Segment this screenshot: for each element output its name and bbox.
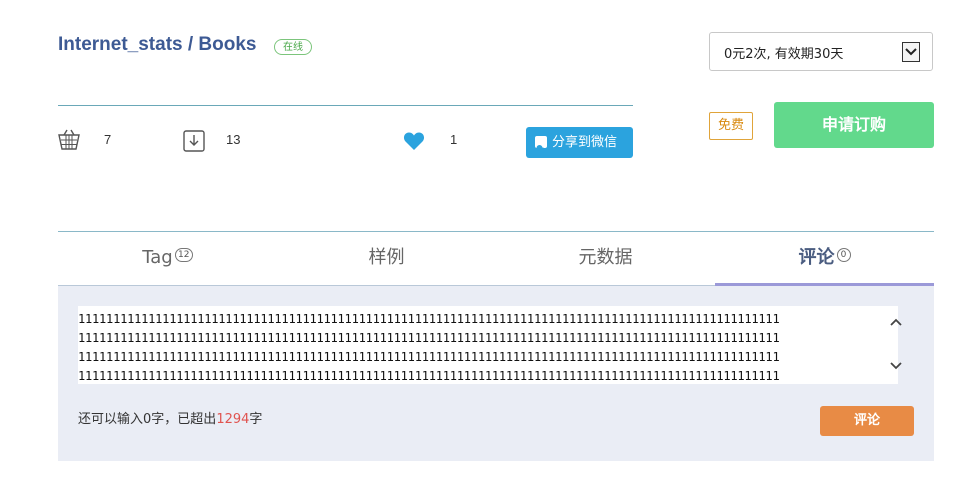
free-badge: 免费 [709, 112, 753, 140]
heart-icon[interactable] [403, 131, 425, 155]
scroll-up-icon[interactable] [886, 312, 906, 332]
tab-metadata[interactable]: 元数据 [496, 232, 715, 286]
like-count: 1 [450, 132, 458, 147]
plan-select-value: 0元2次, 有效期30天 [724, 47, 844, 62]
remain-mid: 字，已超出 [151, 412, 217, 427]
tab-comments-count: 0 [836, 248, 851, 262]
tab-samples[interactable]: 样例 [277, 232, 496, 286]
tab-comments-label: 评论 [798, 247, 835, 268]
tab-tag-label: Tag [142, 247, 173, 268]
wechat-icon [535, 136, 547, 153]
submit-comment-button[interactable]: 评论 [820, 406, 914, 436]
remain-suffix: 字 [249, 412, 263, 427]
share-label: 分享到微信 [552, 135, 618, 150]
comment-input[interactable]: 1111111111111111111111111111111111111111… [78, 306, 902, 384]
char-count-info: 还可以输入0字，已超出1294字 [78, 408, 262, 427]
online-status-badge: 在线 [274, 39, 312, 55]
tab-metadata-label: 元数据 [578, 247, 633, 268]
comment-input-text: 1111111111111111111111111111111111111111… [78, 312, 780, 383]
over-count: 1294 [216, 412, 250, 427]
plan-select[interactable]: 0元2次, 有效期30天 [709, 32, 933, 71]
dataset-title: Internet_stats / Books [58, 34, 257, 55]
tab-tag[interactable]: Tag 12 [58, 232, 277, 286]
tab-comments[interactable]: 评论 0 [715, 232, 934, 286]
scroll-down-icon[interactable] [886, 356, 906, 376]
cart-count: 7 [104, 132, 112, 147]
header-divider [58, 105, 633, 106]
tab-tag-count: 12 [174, 248, 193, 262]
download-icon[interactable] [183, 130, 205, 156]
chevron-down-icon[interactable] [902, 42, 920, 62]
download-count: 13 [226, 132, 241, 147]
tab-samples-label: 样例 [368, 247, 405, 268]
tab-bar: Tag 12 样例 元数据 评论 0 [58, 231, 934, 286]
comment-panel: 1111111111111111111111111111111111111111… [58, 286, 934, 461]
remain-prefix: 还可以输入 [78, 412, 144, 427]
basket-icon [58, 129, 80, 155]
share-wechat-button[interactable]: 分享到微信 [526, 127, 633, 158]
apply-subscribe-button[interactable]: 申请订购 [774, 102, 934, 148]
